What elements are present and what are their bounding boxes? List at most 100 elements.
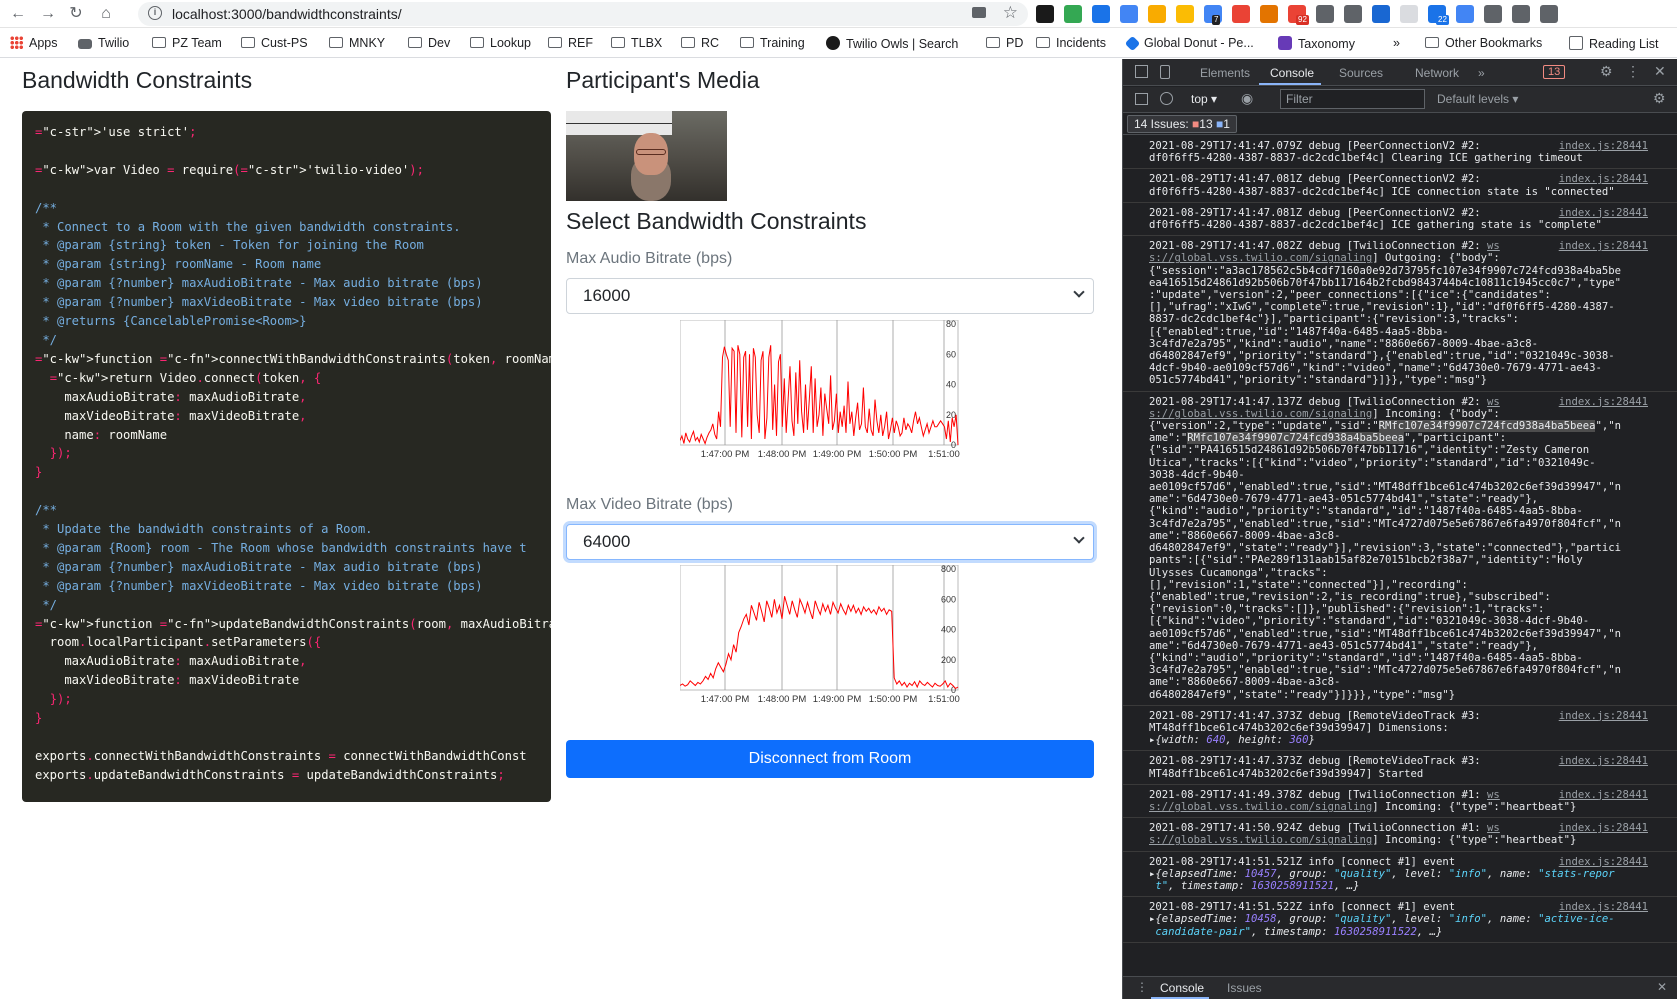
bookmark-folder[interactable]: TLBX bbox=[611, 36, 662, 50]
bookmark-reading-list[interactable]: Reading List bbox=[1569, 36, 1659, 51]
drawer-tab-console[interactable]: Console bbox=[1160, 981, 1204, 995]
console-log: 2021-08-29T17:41:47.079Z debug [PeerConn… bbox=[1123, 136, 1677, 976]
console-message: 2021-08-29T17:41:47.079Z debug [PeerConn… bbox=[1123, 136, 1677, 170]
reload-icon[interactable]: ↻ bbox=[66, 4, 86, 24]
bookmark-folder[interactable]: Dev bbox=[408, 36, 450, 50]
extension-icon[interactable] bbox=[1540, 5, 1558, 23]
console-source-link[interactable]: index.js:28441 bbox=[1559, 901, 1648, 913]
bookmark-twilio-owls[interactable]: Twilio Owls | Search bbox=[826, 36, 958, 51]
video-bitrate-select[interactable]: 64000 bbox=[566, 524, 1094, 560]
filter-input[interactable]: Filter bbox=[1280, 89, 1425, 109]
console-source-link[interactable]: index.js:28441 bbox=[1559, 822, 1648, 834]
bookmark-taxonomy[interactable]: Taxonomy bbox=[1278, 36, 1355, 51]
console-source-link[interactable]: index.js:28441 bbox=[1559, 396, 1648, 408]
plot-frame bbox=[679, 564, 959, 691]
code-line: maxVideoBitrate: maxVideoBitrate bbox=[35, 673, 300, 688]
extension-icon[interactable] bbox=[1232, 5, 1250, 23]
bookmark-folder[interactable]: PZ Team bbox=[152, 36, 222, 50]
drawer-tab-issues[interactable]: Issues bbox=[1227, 981, 1262, 995]
extension-icon[interactable] bbox=[1120, 5, 1138, 23]
extension-icon[interactable] bbox=[1260, 5, 1278, 23]
console-source-link[interactable]: index.js:28441 bbox=[1559, 789, 1648, 801]
console-settings-icon[interactable]: ⚙ bbox=[1653, 90, 1666, 107]
clear-console-icon[interactable] bbox=[1160, 92, 1173, 105]
console-source-link[interactable]: index.js:28441 bbox=[1559, 710, 1648, 722]
tab-sources[interactable]: Sources bbox=[1339, 66, 1383, 80]
console-source-link[interactable]: index.js:28441 bbox=[1559, 856, 1648, 868]
bookmark-folder[interactable]: Training bbox=[740, 36, 805, 50]
bookmark-apps[interactable]: Apps bbox=[10, 36, 58, 50]
code-line: * @param {string} token - Token for join… bbox=[35, 238, 424, 253]
tab-elements[interactable]: Elements bbox=[1200, 66, 1250, 80]
extension-icon[interactable] bbox=[1372, 5, 1390, 23]
disconnect-button[interactable]: Disconnect from Room bbox=[566, 740, 1094, 778]
bookmark-folder[interactable]: REF bbox=[548, 36, 593, 50]
more-tabs-icon[interactable]: » bbox=[1478, 66, 1485, 80]
code-line: room.localParticipant.setParameters({ bbox=[35, 635, 322, 650]
inspect-icon[interactable] bbox=[1135, 65, 1148, 78]
console-source-link[interactable]: index.js:28441 bbox=[1559, 207, 1648, 219]
error-badge[interactable]: 13 bbox=[1543, 65, 1566, 79]
home-icon[interactable]: ⌂ bbox=[96, 4, 116, 24]
folder-icon bbox=[681, 37, 695, 48]
x-tick-label: 1:47:00 PM bbox=[701, 694, 750, 705]
bookmark-star-icon[interactable]: ☆ bbox=[1003, 3, 1018, 23]
bookmark-other[interactable]: Other Bookmarks bbox=[1425, 36, 1542, 50]
bookmark-folder[interactable]: Cust-PS bbox=[241, 36, 308, 50]
context-selector[interactable]: top ▾ bbox=[1191, 92, 1217, 106]
code-block: ="c-str">'use strict'; ="c-kw">var Video… bbox=[22, 111, 551, 802]
site-info-icon[interactable]: i bbox=[148, 6, 162, 20]
back-icon[interactable]: ← bbox=[8, 4, 28, 24]
settings-gear-icon[interactable]: ⚙ bbox=[1600, 63, 1613, 80]
extension-icon[interactable] bbox=[1176, 5, 1194, 23]
close-icon[interactable]: ✕ bbox=[1654, 63, 1666, 80]
extension-icon[interactable] bbox=[1512, 5, 1530, 23]
y-tick-label: 20 bbox=[946, 410, 956, 420]
bookmark-folder[interactable]: MNKY bbox=[329, 36, 385, 50]
bookmark-folder[interactable]: PD bbox=[986, 36, 1023, 50]
log-levels-dropdown[interactable]: Default levels ▾ bbox=[1437, 92, 1518, 106]
audio-bitrate-select[interactable]: 16000 bbox=[566, 278, 1094, 314]
console-source-link[interactable]: index.js:28441 bbox=[1559, 240, 1648, 252]
extension-icon[interactable] bbox=[1148, 5, 1166, 23]
console-source-link[interactable]: index.js:28441 bbox=[1559, 140, 1648, 152]
extension-icon[interactable] bbox=[1036, 5, 1054, 23]
extension-icon[interactable] bbox=[1316, 5, 1334, 23]
extension-icon[interactable] bbox=[1064, 5, 1082, 23]
console-source-link[interactable]: index.js:28441 bbox=[1559, 755, 1648, 767]
code-line: } bbox=[35, 711, 43, 726]
extension-icon[interactable] bbox=[1456, 5, 1474, 23]
eye-icon[interactable]: ◉ bbox=[1241, 90, 1253, 107]
extension-icon[interactable] bbox=[1400, 5, 1418, 23]
bookmark-folder[interactable]: Incidents bbox=[1036, 36, 1106, 50]
tab-console[interactable]: Console bbox=[1270, 66, 1314, 80]
more-options-icon[interactable]: ⋮ bbox=[1626, 63, 1640, 80]
extension-icon[interactable] bbox=[1092, 5, 1110, 23]
code-line: /** bbox=[35, 200, 58, 215]
forward-icon[interactable]: → bbox=[38, 4, 58, 24]
url-text[interactable]: localhost:3000/bandwidthconstraints/ bbox=[172, 6, 402, 22]
camera-icon[interactable] bbox=[972, 7, 986, 18]
extension-icon[interactable] bbox=[1344, 5, 1362, 23]
console-source-link[interactable]: index.js:28441 bbox=[1559, 173, 1648, 185]
audio-bitrate-value: 16000 bbox=[583, 286, 631, 305]
media-title: Participant's Media bbox=[566, 67, 760, 93]
code-line: exports.connectWithBandwidthConstraints … bbox=[35, 748, 527, 763]
drawer-menu-icon[interactable]: ⋮ bbox=[1136, 980, 1148, 994]
device-toggle-icon[interactable] bbox=[1160, 65, 1170, 79]
issues-pill[interactable]: 14 Issues: ■13 ■1 bbox=[1127, 115, 1237, 133]
address-bar[interactable]: i localhost:3000/bandwidthconstraints/ ☆ bbox=[138, 2, 1028, 26]
bookmarks-overflow-icon[interactable]: » bbox=[1393, 36, 1400, 50]
folder-icon bbox=[548, 37, 562, 48]
sidebar-toggle-icon[interactable] bbox=[1135, 93, 1148, 105]
bookmark-global-donut[interactable]: Global Donut - Pe... bbox=[1124, 35, 1254, 52]
extension-icon[interactable] bbox=[1484, 5, 1502, 23]
bookmark-folder[interactable]: Lookup bbox=[470, 36, 531, 50]
console-message: 2021-08-29T17:41:51.522Z info [connect #… bbox=[1123, 897, 1677, 943]
bookmark-twilio[interactable]: Twilio bbox=[78, 36, 129, 50]
tab-network[interactable]: Network bbox=[1415, 66, 1459, 80]
code-text: ="c-str">'use strict'; ="c-kw">var Video… bbox=[22, 111, 551, 785]
bookmark-folder[interactable]: RC bbox=[681, 36, 719, 50]
taxonomy-favicon-icon bbox=[1278, 36, 1292, 50]
drawer-close-icon[interactable]: ✕ bbox=[1657, 980, 1667, 994]
